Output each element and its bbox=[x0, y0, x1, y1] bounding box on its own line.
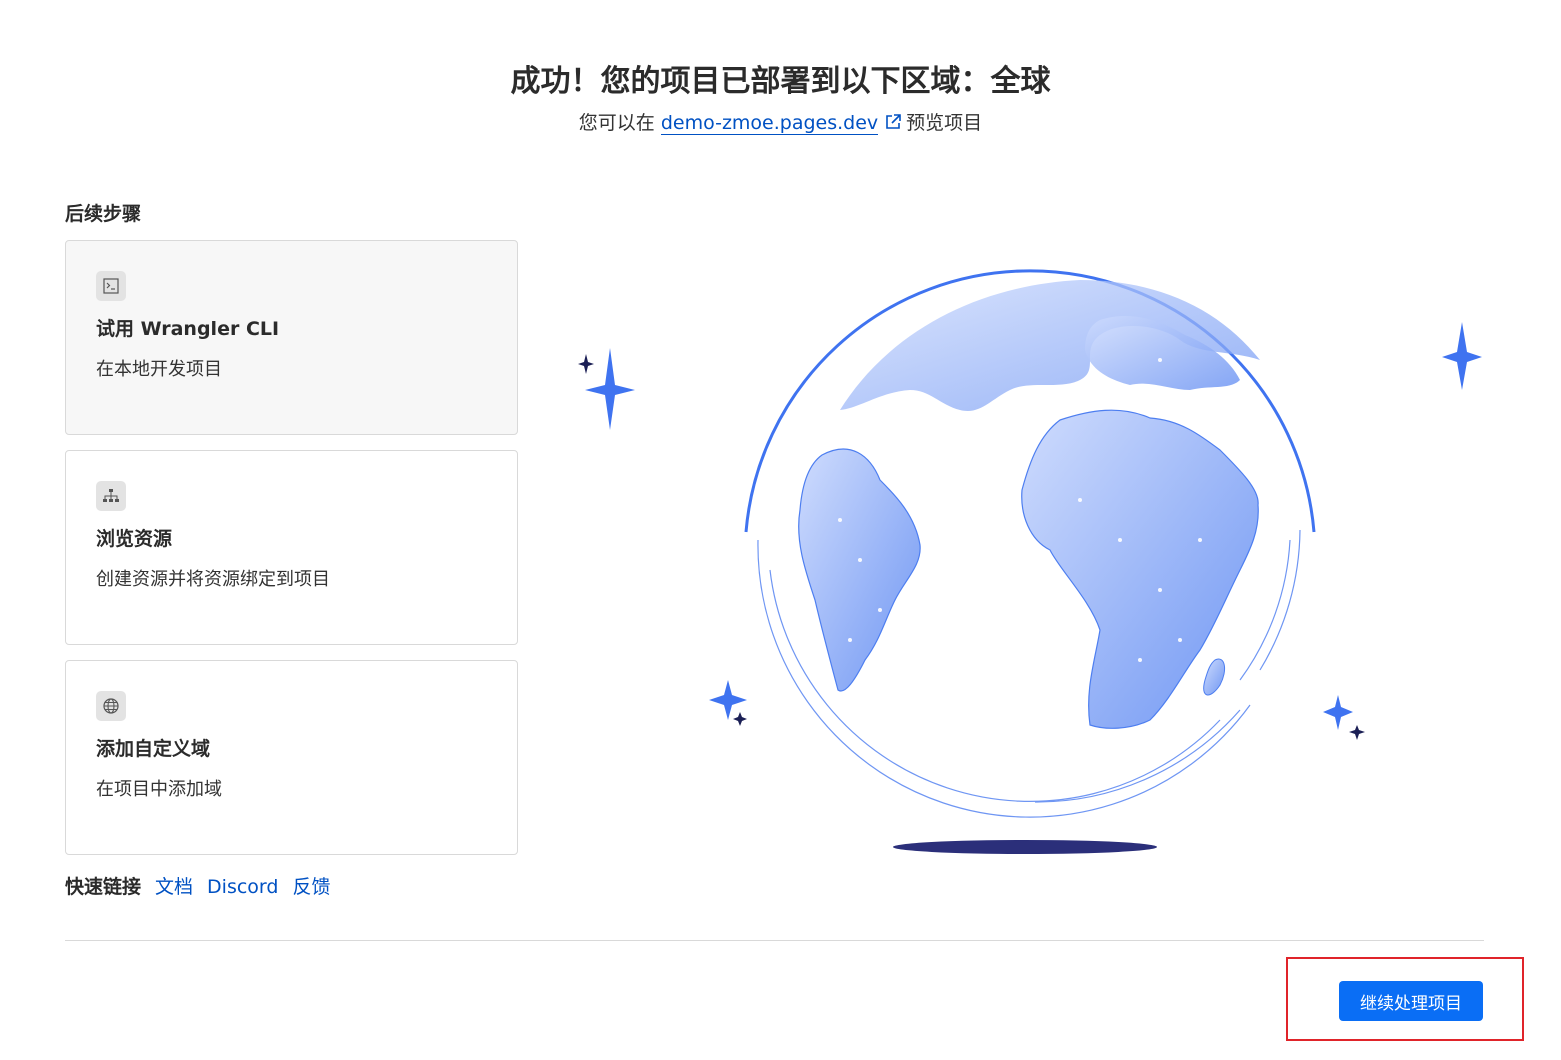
next-steps-heading: 后续步骤 bbox=[65, 203, 142, 225]
terminal-icon bbox=[96, 271, 126, 301]
globe-illustration bbox=[578, 269, 1482, 854]
page-title: 成功！您的项目已部署到以下区域：全球 bbox=[510, 64, 1051, 99]
card-description: 在本地开发项目 bbox=[96, 359, 222, 380]
page-subtitle: 您可以在 demo-zmoe.pages.dev 预览项目 bbox=[0, 108, 1561, 135]
quick-links: 快速链接 文档 Discord 反馈 bbox=[65, 872, 344, 899]
globe-icon bbox=[96, 691, 126, 721]
card-title: 添加自定义域 bbox=[96, 738, 211, 760]
preview-link[interactable]: demo-zmoe.pages.dev bbox=[660, 112, 879, 135]
card-description: 创建资源并将资源绑定到项目 bbox=[96, 569, 330, 590]
card-title: 试用 Wrangler CLI bbox=[96, 318, 280, 340]
docs-link[interactable]: 文档 bbox=[155, 876, 193, 898]
subtitle-prefix: 您可以在 bbox=[578, 112, 655, 134]
card-description: 在项目中添加域 bbox=[96, 779, 222, 800]
card-title: 浏览资源 bbox=[96, 528, 173, 550]
continue-project-button[interactable]: 继续处理项目 bbox=[1339, 981, 1483, 1021]
quick-links-label: 快速链接 bbox=[65, 876, 142, 898]
card-wrangler-cli[interactable]: 试用 Wrangler CLI 在本地开发项目 bbox=[65, 240, 518, 435]
sitemap-icon bbox=[96, 481, 126, 511]
card-browse-resources[interactable]: 浏览资源 创建资源并将资源绑定到项目 bbox=[65, 450, 518, 645]
divider bbox=[65, 940, 1484, 941]
card-custom-domain[interactable]: 添加自定义域 在项目中添加域 bbox=[65, 660, 518, 855]
external-link-icon[interactable] bbox=[884, 113, 902, 131]
subtitle-suffix: 预览项目 bbox=[906, 112, 983, 134]
feedback-link[interactable]: 反馈 bbox=[292, 876, 330, 898]
discord-link[interactable]: Discord bbox=[207, 876, 278, 898]
